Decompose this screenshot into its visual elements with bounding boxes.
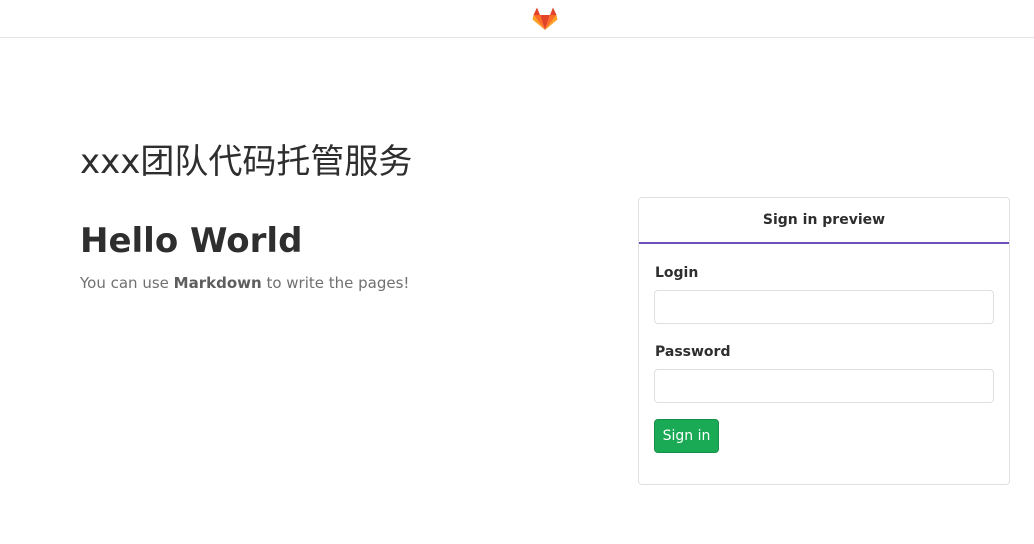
login-label: Login: [655, 265, 699, 281]
description-bold: Markdown: [173, 274, 262, 292]
password-input[interactable]: [654, 369, 994, 403]
page-heading: Hello World: [80, 221, 303, 261]
signin-card: Sign in preview Login Password Sign in: [638, 197, 1010, 485]
description-suffix: to write the pages!: [261, 274, 410, 292]
page-description: You can use Markdown to write the pages!: [80, 272, 409, 294]
sign-in-button[interactable]: Sign in: [654, 419, 719, 453]
description-prefix: You can use: [80, 274, 174, 292]
top-header-bar: [0, 0, 1034, 38]
password-label: Password: [655, 344, 731, 360]
tab-signin-preview[interactable]: Sign in preview: [639, 198, 1009, 244]
brand-title: xxx团队代码托管服务: [80, 142, 413, 182]
gitlab-tanuki-icon[interactable]: [532, 7, 558, 31]
login-input[interactable]: [654, 290, 994, 324]
